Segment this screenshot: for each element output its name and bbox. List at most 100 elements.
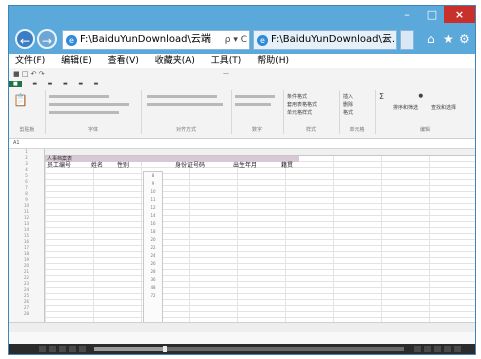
row-number[interactable]: 28: [9, 311, 44, 317]
font-size-option[interactable]: 22: [144, 244, 162, 252]
group-label-clipboard: 剪贴板: [19, 127, 35, 133]
address-controls[interactable]: ρ ▾ C: [225, 31, 247, 49]
ribbon-tab[interactable]: ▬: [63, 81, 68, 87]
font-size-option[interactable]: 26: [144, 260, 162, 268]
font-size-option[interactable]: 20: [144, 236, 162, 244]
tab-close-button[interactable]: ×: [384, 31, 392, 49]
player-button[interactable]: [434, 346, 441, 352]
sheet-header-row: 员工编号 姓名 性别 身份证号码 出生年月 籍贯: [45, 162, 299, 169]
player-mute-button[interactable]: [79, 346, 86, 352]
font-size-option[interactable]: 36: [144, 276, 162, 284]
back-button[interactable]: ←: [15, 29, 35, 49]
insert-button[interactable]: 插入: [343, 93, 353, 100]
new-tab-button[interactable]: [400, 30, 414, 50]
ribbon-tab[interactable]: ▬: [94, 81, 99, 87]
quick-access-toolbar[interactable]: ■ □ ↶ ↷: [13, 70, 45, 78]
font-size-option[interactable]: 24: [144, 252, 162, 260]
ribbon-tab[interactable]: ▬: [32, 81, 37, 87]
player-fullscreen-button[interactable]: [454, 346, 461, 352]
font-size-option[interactable]: 48: [144, 284, 162, 292]
paste-icon[interactable]: 📋: [13, 93, 28, 107]
tab-ie-icon: e: [257, 35, 268, 46]
close-button[interactable]: ×: [444, 6, 475, 23]
menu-help[interactable]: 帮助(H): [257, 56, 289, 66]
ie-icon: e: [66, 35, 77, 46]
player-prev-button[interactable]: [39, 346, 46, 352]
progress-track[interactable]: [94, 346, 404, 352]
menu-edit[interactable]: 编辑(E): [61, 56, 92, 66]
menu-view[interactable]: 查看(V): [108, 56, 139, 66]
alignment-group: 对齐方式: [141, 90, 232, 134]
font-size-option[interactable]: 18: [144, 228, 162, 236]
player-stop-button[interactable]: [69, 346, 76, 352]
header-cell[interactable]: 籍贯: [281, 162, 293, 169]
player-button[interactable]: [424, 346, 431, 352]
column-headers: [9, 149, 475, 156]
font-group: 字体: [45, 90, 142, 134]
excel-doc-title: —: [223, 70, 229, 77]
format-button[interactable]: 格式: [343, 109, 353, 116]
font-size-option[interactable]: 28: [144, 268, 162, 276]
font-size-option[interactable]: 8: [144, 172, 162, 180]
tab-active[interactable]: e F:\BaiduYunDownload\云... ×: [253, 30, 397, 50]
address-text: F:\BaiduYunDownload\云端: [80, 34, 211, 45]
name-box[interactable]: A1: [9, 140, 20, 146]
address-bar[interactable]: e F:\BaiduYunDownload\云端 ρ ▾ C: [62, 30, 250, 50]
group-label-styles: 样式: [305, 127, 316, 133]
player-next-button[interactable]: [59, 346, 66, 352]
conditional-format-button[interactable]: 条件格式: [287, 93, 307, 100]
font-size-option[interactable]: 16: [144, 220, 162, 228]
styles-group: 条件格式 套用表格格式 单元格样式 样式: [283, 90, 340, 134]
progress-handle[interactable]: [163, 346, 168, 352]
maximize-button[interactable]: □: [420, 6, 444, 23]
group-label-number: 数字: [251, 127, 262, 133]
header-cell[interactable]: 员工编号: [47, 162, 71, 169]
header-cell[interactable]: 出生年月: [233, 162, 257, 169]
find-icon[interactable]: ⚫: [417, 92, 425, 102]
font-size-option[interactable]: 11: [144, 196, 162, 204]
menu-file[interactable]: 文件(F): [15, 56, 45, 66]
gear-icon[interactable]: ⚙: [459, 32, 470, 46]
number-group: 数字: [231, 90, 284, 134]
ribbon-tab-file[interactable]: ■: [9, 81, 22, 87]
font-size-option[interactable]: 72: [144, 292, 162, 300]
find-select-button[interactable]: 查找和选择: [431, 104, 456, 111]
ribbon-tab[interactable]: ▬: [78, 81, 83, 87]
ribbon-tab[interactable]: ▬: [48, 81, 53, 87]
page-content: ■ □ ↶ ↷ — ■ ▬ ▬ ▬ ▬ ▬ 📋 剪贴板 字体 对齐方式 数字 条…: [9, 68, 475, 344]
header-cell[interactable]: 身份证号码: [175, 162, 205, 169]
excel-ribbon: ■ □ ↶ ↷ — ■ ▬ ▬ ▬ ▬ ▬ 📋 剪贴板 字体 对齐方式 数字 条…: [9, 68, 475, 139]
table-format-button[interactable]: 套用表格格式: [287, 101, 317, 108]
back-arrow-icon: ←: [19, 34, 31, 48]
menu-tools[interactable]: 工具(T): [211, 56, 242, 66]
forward-button[interactable]: →: [37, 29, 57, 49]
star-icon[interactable]: ★: [443, 32, 454, 46]
player-play-button[interactable]: [49, 346, 56, 352]
group-label-cells: 单元格: [349, 127, 365, 133]
delete-button[interactable]: 删除: [343, 101, 353, 108]
forward-arrow-icon: →: [41, 34, 53, 48]
player-button[interactable]: [444, 346, 451, 352]
spreadsheet-grid[interactable]: 1 2 3 4 5 6 7 8 9 10 11 12 13 14 15 16 17 18 19 20 21 22 23 24 2…: [9, 149, 475, 344]
font-size-option[interactable]: 10: [144, 188, 162, 196]
home-icon[interactable]: ⌂: [427, 32, 435, 46]
title-bar: – □ ×: [9, 6, 475, 26]
sort-filter-button[interactable]: 排序和筛选: [393, 104, 418, 111]
progress-fill: [94, 347, 166, 351]
header-cell[interactable]: 姓名: [91, 162, 103, 169]
minimize-button[interactable]: –: [394, 6, 420, 23]
clipboard-group: 📋 剪贴板: [9, 90, 46, 134]
cell-style-button[interactable]: 单元格样式: [287, 109, 312, 116]
formula-bar[interactable]: A1: [9, 139, 475, 149]
menu-favorites[interactable]: 收藏夹(A): [155, 56, 195, 66]
player-button[interactable]: [414, 346, 421, 352]
ribbon-tabs: ■ ▬ ▬ ▬ ▬ ▬: [9, 80, 475, 89]
font-size-dropdown-list[interactable]: 8 9 10 11 12 14 16 18 20 22 24 26 28 36 48 72: [143, 171, 163, 344]
font-size-option[interactable]: 12: [144, 204, 162, 212]
cells-group: 插入 删除 格式 单元格: [339, 90, 376, 134]
font-size-option[interactable]: 14: [144, 212, 162, 220]
sum-icon[interactable]: Σ: [379, 92, 384, 101]
font-size-option[interactable]: 9: [144, 180, 162, 188]
menu-bar: 文件(F) 编辑(E) 查看(V) 收藏夹(A) 工具(T) 帮助(H): [9, 54, 475, 68]
header-cell[interactable]: 性别: [117, 162, 129, 169]
